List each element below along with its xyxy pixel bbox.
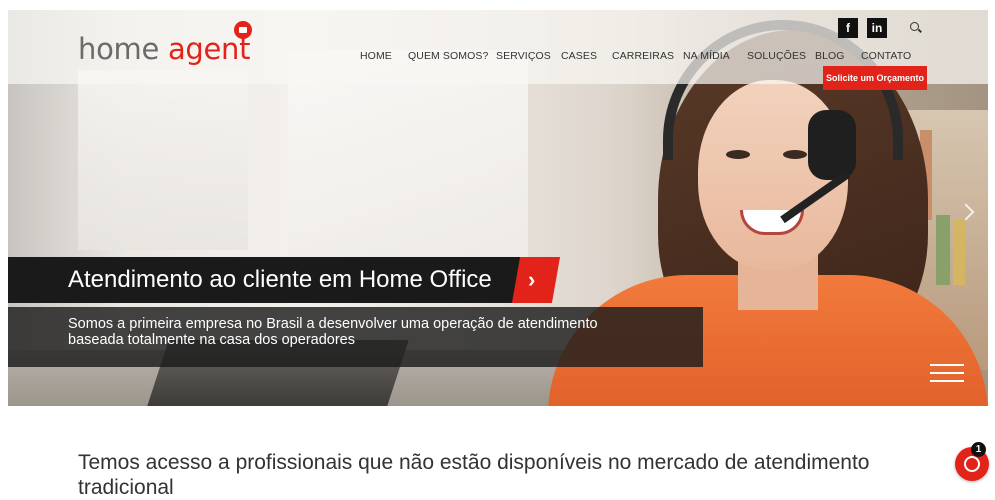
chat-bubble-inner	[964, 456, 980, 472]
menu-icon-bar	[930, 372, 964, 374]
briefcase-icon	[234, 21, 252, 39]
hero-subtitle-line: baseada totalmente na casa dos operadore…	[68, 332, 355, 348]
nav-contato[interactable]: CONTATO	[861, 50, 911, 62]
hero-subtitle-line: Somos a primeira empresa no Brasil a des…	[68, 316, 598, 332]
hero-subtitle: Somos a primeira empresa no Brasil a des…	[8, 307, 703, 367]
section-headline: Temos acesso a profissionais que não est…	[78, 451, 870, 499]
book	[953, 220, 965, 285]
linkedin-icon[interactable]: in	[867, 18, 887, 38]
chat-notification-badge: 1	[971, 442, 986, 457]
nav-blog[interactable]: BLOG	[815, 50, 845, 62]
site-logo[interactable]: home agent	[78, 32, 251, 66]
book	[936, 215, 950, 285]
facebook-icon[interactable]: f	[838, 18, 858, 38]
hero-title: Atendimento ao cliente em Home Office	[8, 257, 523, 303]
nav-carreiras[interactable]: CARREIRAS	[612, 50, 674, 62]
nav-na-midia[interactable]: NA MÍDIA	[683, 50, 730, 62]
background-window	[288, 50, 528, 280]
headset-earpiece	[808, 110, 856, 180]
chevron-right-icon: ›	[528, 267, 536, 292]
menu-icon-bar	[930, 364, 964, 366]
hero-arrow-button[interactable]: ›	[511, 257, 561, 303]
nav-servicos[interactable]: SERVIÇOS	[496, 50, 551, 62]
nav-quem-somos[interactable]: QUEM SOMOS?	[408, 50, 488, 62]
search-icon[interactable]	[910, 22, 919, 31]
menu-icon-bar	[930, 380, 964, 382]
nav-solucoes[interactable]: SOLUÇÕES	[747, 50, 806, 62]
nav-cases[interactable]: CASES	[561, 50, 597, 62]
background-window	[78, 70, 248, 250]
request-quote-button[interactable]: Solicite um Orçamento	[823, 66, 927, 90]
menu-icon[interactable]	[930, 364, 964, 388]
nav-home[interactable]: HOME	[360, 50, 392, 62]
logo-word-home: home	[78, 32, 160, 66]
